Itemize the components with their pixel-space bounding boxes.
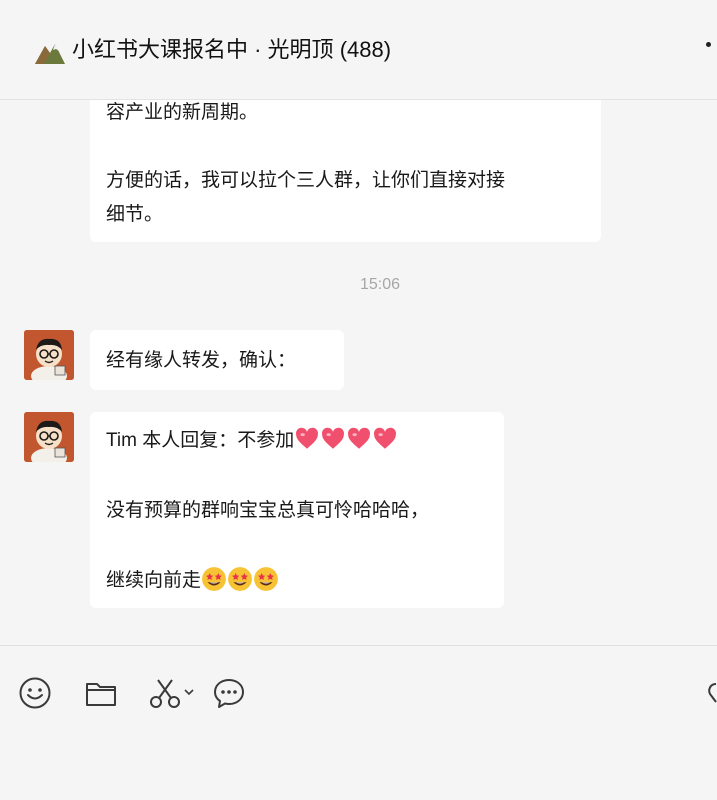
star-struck-emoji-icon <box>254 567 278 591</box>
avatar-cartoon-icon <box>24 330 74 380</box>
message-text: 继续向前走 <box>106 570 202 591</box>
message-bubble[interactable]: Tim 本人回复：不参加 没有预算的群响宝宝总真可怜哈哈哈， 继续向前走 <box>90 412 504 608</box>
heart-emoji-icon <box>296 427 319 449</box>
message-timestamp: 15:06 <box>359 276 401 293</box>
heart-emoji-icon <box>374 427 397 449</box>
avatar-cartoon-icon <box>24 412 74 462</box>
scissors-icon[interactable] <box>148 676 198 710</box>
avatar[interactable] <box>24 330 74 380</box>
message-text: 容产业的新周期。 <box>106 102 259 123</box>
star-struck-emoji-icon <box>202 567 226 591</box>
message-text: Tim 本人回复：不参加 <box>106 430 295 451</box>
chat-bubble-icon[interactable] <box>212 676 246 710</box>
member-count: (488) <box>339 37 392 62</box>
heart-emoji-icon <box>322 427 345 449</box>
emoji-icon[interactable] <box>18 676 52 710</box>
message-text: 经有缘人转发，确认： <box>106 350 297 371</box>
input-toolbar <box>0 645 717 800</box>
message-bubble[interactable]: 经有缘人转发，确认： <box>90 330 344 390</box>
chat-title[interactable]: 小红书大课报名中 · 光明顶 (488) <box>72 34 391 66</box>
message-text: 方便的话，我可以拉个三人群，让你们直接对接 <box>106 170 506 191</box>
folder-icon[interactable] <box>84 676 118 710</box>
partial-toolbar-icon[interactable] <box>706 676 717 710</box>
message-text: 细节。 <box>106 204 164 225</box>
mountain-icon <box>35 44 65 64</box>
chat-header: 小红书大课报名中 · 光明顶 (488) <box>0 0 717 100</box>
avatar[interactable] <box>24 412 74 462</box>
chevron-down-icon <box>184 689 194 696</box>
heart-emoji-icon <box>348 427 371 449</box>
star-struck-emoji-icon <box>228 567 252 591</box>
more-options-icon[interactable] <box>706 42 717 58</box>
group-name: 小红书大课报名中 · 光明顶 <box>72 37 334 62</box>
message-text: 没有预算的群响宝宝总真可怜哈哈哈， <box>106 500 430 521</box>
